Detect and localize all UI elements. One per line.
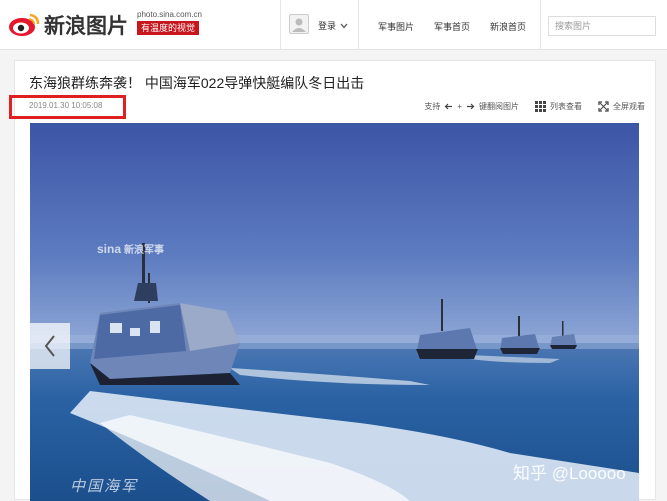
previous-image-button[interactable] <box>30 323 70 369</box>
login-button[interactable]: 登录 <box>318 19 348 32</box>
nav-military-home[interactable]: 军事首页 <box>434 20 470 33</box>
slogan-badge: 有温度的视觉 <box>137 21 200 35</box>
fullscreen-button[interactable]: 全屏观看 <box>598 101 645 112</box>
support-label: 支持 <box>424 102 441 111</box>
sina-logo[interactable]: 新浪图片 <box>8 8 138 42</box>
logo-text: 新浪图片 <box>44 14 128 38</box>
search-input[interactable]: 搜索图片 <box>548 16 656 36</box>
keyboard-label: 键翻阅图片 <box>479 102 519 111</box>
zhihu-watermark: 知乎 @Looooo <box>513 464 626 483</box>
site-url: photo.sina.com.cn <box>137 10 202 19</box>
avatar-icon[interactable] <box>289 14 309 34</box>
arrow-left-icon <box>444 103 453 110</box>
photo-image <box>30 123 639 501</box>
signature-watermark: 中国海军 <box>70 477 139 495</box>
divider <box>280 0 281 50</box>
fullscreen-icon <box>598 101 609 112</box>
fullscreen-label: 全屏观看 <box>613 102 645 111</box>
keyboard-hint: 支持 + 键翻阅图片 <box>424 101 519 112</box>
timestamp-highlight-box <box>9 95 126 119</box>
list-view-label: 列表查看 <box>550 102 582 111</box>
plus-sign: + <box>457 102 462 111</box>
article-card: 东海狼群练奔袭！ 中国海军022导弹快艇编队冬日出击 2019.01.30 10… <box>9 60 656 501</box>
sina-eye-icon <box>9 13 40 36</box>
site-header: 新浪图片 photo.sina.com.cn 有温度的视觉 登录 军事图片 军事… <box>0 0 667 50</box>
arrow-right-icon <box>467 103 475 110</box>
nav-sina-home[interactable]: 新浪首页 <box>490 20 526 33</box>
login-label: 登录 <box>318 21 337 31</box>
divider <box>358 0 359 50</box>
nav-military-pictures[interactable]: 军事图片 <box>378 20 414 33</box>
chevron-left-icon <box>44 335 55 357</box>
grid-icon <box>535 101 546 112</box>
list-view-button[interactable]: 列表查看 <box>535 101 582 112</box>
toolbar: 支持 + 键翻阅图片 列表查看 全屏观看 <box>408 101 645 112</box>
main-photo[interactable]: sina 新浪军事 中国海军 知乎 @Looooo <box>30 123 639 501</box>
sina-watermark: sina 新浪军事 <box>97 242 165 256</box>
divider <box>540 0 541 50</box>
chevron-down-icon <box>340 23 348 28</box>
article-title: 东海狼群练奔袭！ 中国海军022导弹快艇编队冬日出击 <box>29 75 365 91</box>
